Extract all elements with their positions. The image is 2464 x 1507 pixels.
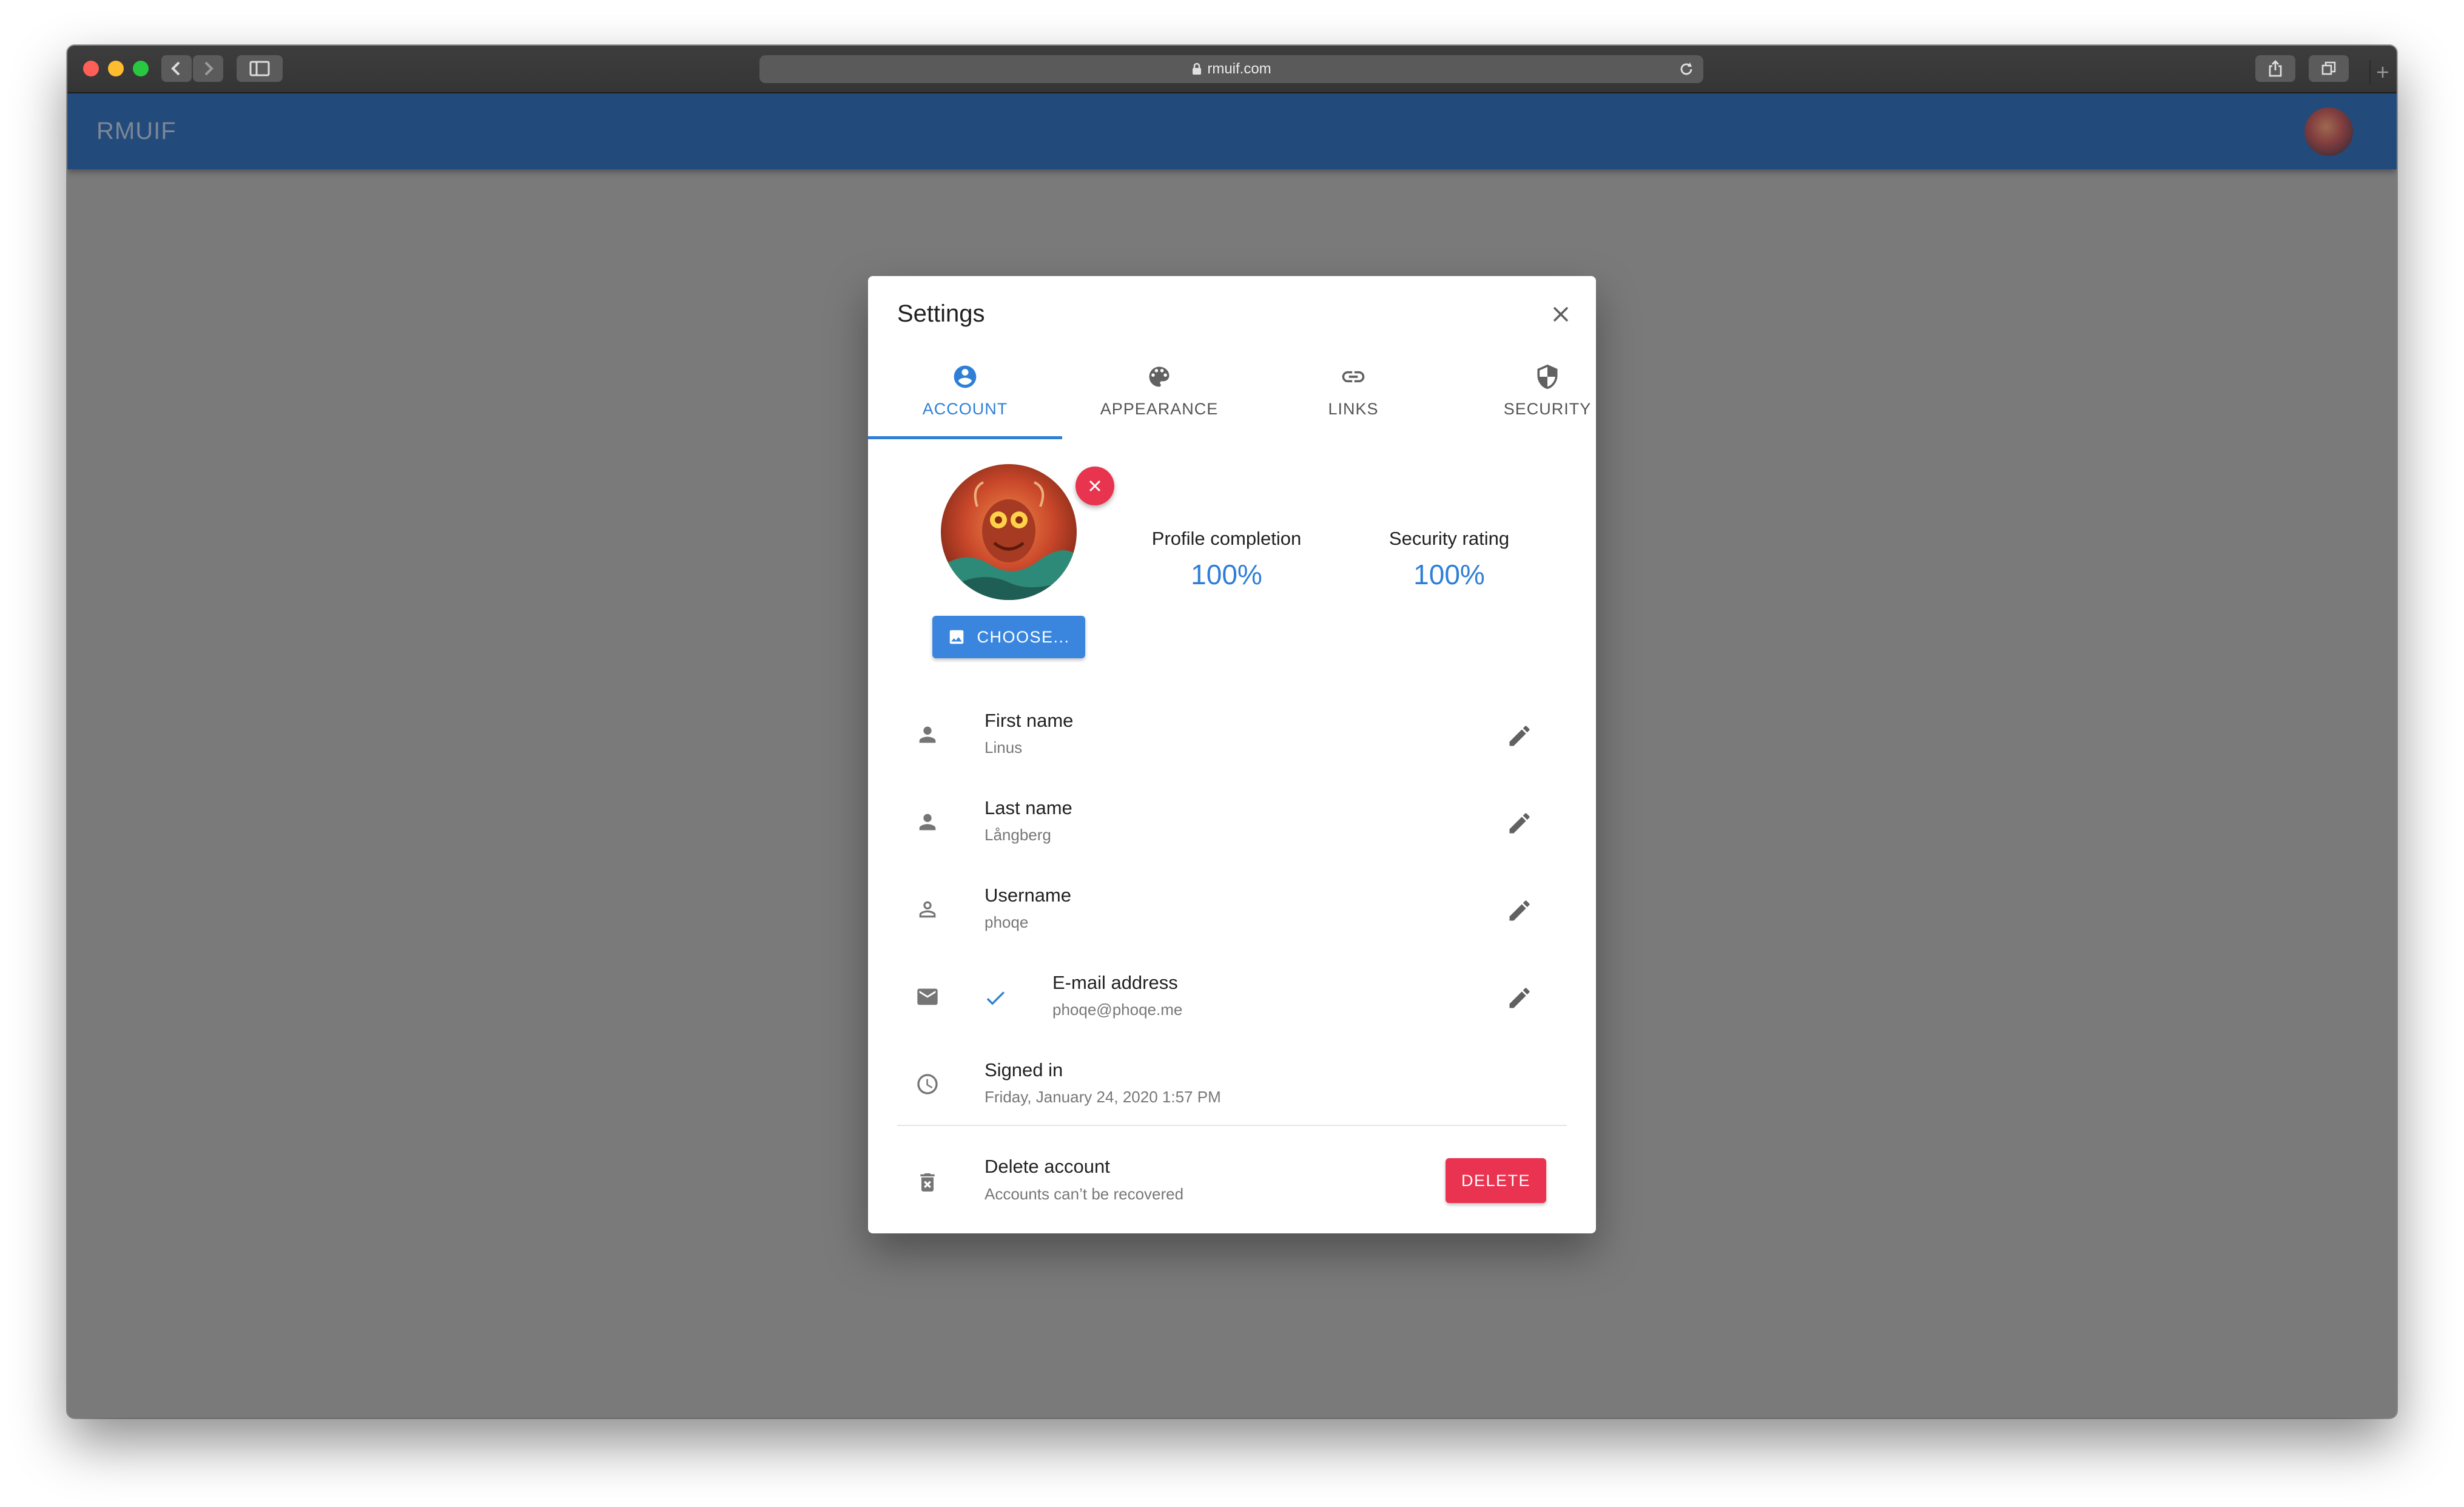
minimize-window-button[interactable]	[108, 61, 124, 76]
profile-completion-value: 100%	[1191, 559, 1262, 590]
section-divider	[897, 1125, 1567, 1126]
palette-icon	[1149, 366, 1170, 387]
settings-tabs: ACCOUNT APPEARANCE LINKS SECURITY	[868, 361, 1596, 428]
last-name-row: Last name Långberg	[868, 782, 1596, 869]
sidebar-icon	[249, 61, 270, 76]
security-rating-label: Security rating	[1389, 528, 1510, 549]
app-title[interactable]: RMUIF	[96, 118, 177, 145]
profile-completion-label: Profile completion	[1151, 528, 1302, 549]
username-value: phoqe	[985, 913, 1029, 931]
tab-security-label: SECURITY	[1503, 400, 1592, 418]
signed-in-label: Signed in	[985, 1059, 1063, 1081]
new-tab-button[interactable]	[2369, 60, 2395, 84]
close-icon	[1089, 480, 1101, 492]
back-button[interactable]	[161, 55, 192, 82]
clock-icon	[917, 1074, 938, 1094]
username-label: Username	[985, 885, 1071, 906]
account-circle-icon	[954, 365, 977, 388]
dialog-title: Settings	[897, 300, 985, 327]
browser-titlebar: rmuif.com	[67, 46, 2397, 93]
app-bar: RMUIF	[67, 93, 2397, 169]
email-icon	[917, 988, 938, 1005]
delete-account-description: Accounts can’t be recovered	[985, 1185, 1184, 1203]
close-icon[interactable]	[1550, 303, 1572, 325]
reload-icon[interactable]	[1678, 61, 1695, 78]
share-icon	[2269, 60, 2282, 77]
last-name-value: Långberg	[985, 826, 1051, 844]
sidebar-toggle-button[interactable]	[237, 55, 283, 82]
chevron-left-icon	[171, 61, 180, 76]
chevron-right-icon	[204, 61, 214, 76]
person-outline-icon	[919, 901, 936, 918]
security-shield-icon	[1537, 364, 1558, 389]
verified-check-icon	[986, 991, 1005, 1005]
tab-security[interactable]: SECURITY	[1450, 361, 1644, 428]
plus-icon	[2377, 67, 2388, 78]
first-name-row: First name Linus	[868, 695, 1596, 782]
delete-account-button[interactable]: DELETE	[1446, 1158, 1546, 1203]
tab-appearance-label: APPEARANCE	[1100, 400, 1219, 418]
profile-completion-stat: Profile completion 100%	[1117, 528, 1336, 591]
username-row: Username phoqe	[868, 869, 1596, 957]
profile-picture	[941, 464, 1077, 600]
tab-appearance[interactable]: APPEARANCE	[1062, 361, 1256, 428]
email-row: E-mail address phoqe@phoqe.me	[868, 957, 1596, 1044]
user-avatar[interactable]	[2304, 107, 2353, 156]
edit-email-icon[interactable]	[1506, 985, 1533, 1011]
tab-links-label: LINKS	[1328, 400, 1379, 418]
tab-account-label: ACCOUNT	[922, 400, 1008, 418]
forward-button[interactable]	[193, 55, 223, 82]
remove-avatar-button[interactable]	[1075, 467, 1114, 505]
delete-forever-icon	[920, 1173, 935, 1192]
settings-dialog: Settings ACCOUNT APPEARANCE LINKS SECURI…	[868, 276, 1596, 1233]
active-tab-indicator	[868, 436, 1062, 439]
email-value: phoqe@phoqe.me	[1052, 1000, 1183, 1019]
security-rating-stat: Security rating 100%	[1340, 528, 1558, 591]
security-rating-value: 100%	[1413, 559, 1485, 590]
close-window-button[interactable]	[83, 61, 99, 76]
first-name-label: First name	[985, 710, 1074, 731]
lock-icon	[1193, 62, 1202, 75]
last-name-label: Last name	[985, 797, 1072, 818]
maximize-window-button[interactable]	[133, 61, 149, 76]
edit-last-name-icon[interactable]	[1506, 810, 1533, 837]
choose-label: CHOOSE...	[977, 627, 1070, 646]
person-icon	[919, 726, 936, 743]
tab-account[interactable]: ACCOUNT	[868, 361, 1062, 428]
email-label: E-mail address	[1052, 972, 1178, 993]
tabs-icon	[2321, 61, 2336, 75]
tab-links[interactable]: LINKS	[1256, 361, 1450, 428]
link-icon	[1342, 371, 1365, 383]
person-icon	[919, 814, 936, 831]
url-text: rmuif.com	[1207, 61, 1271, 77]
share-button[interactable]	[2255, 55, 2295, 82]
edit-first-name-icon[interactable]	[1506, 723, 1533, 749]
edit-username-icon[interactable]	[1506, 897, 1533, 924]
tabs-overview-button[interactable]	[2309, 55, 2349, 82]
choose-avatar-button[interactable]: CHOOSE...	[932, 616, 1085, 658]
first-name-value: Linus	[985, 738, 1023, 757]
address-bar[interactable]: rmuif.com	[759, 55, 1703, 83]
delete-account-label: Delete account	[985, 1156, 1110, 1177]
signed-in-row: Signed in Friday, January 24, 2020 1:57 …	[868, 1044, 1596, 1131]
signed-in-value: Friday, January 24, 2020 1:57 PM	[985, 1088, 1221, 1106]
image-icon	[950, 630, 964, 644]
